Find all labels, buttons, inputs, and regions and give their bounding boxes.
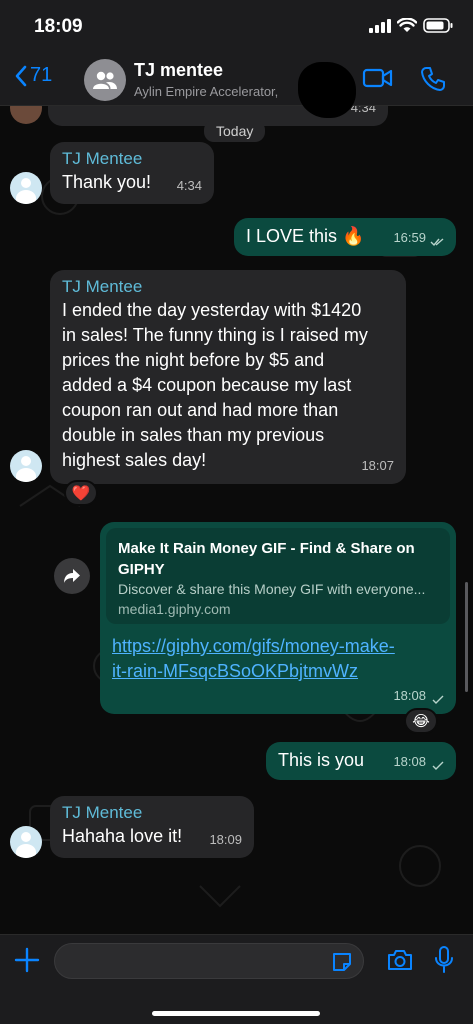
message-time: 16:59 bbox=[393, 230, 426, 245]
link-preview-card[interactable]: Make It Rain Money GIF - Find & Share on… bbox=[106, 528, 450, 624]
message-time: 18:07 bbox=[361, 458, 394, 473]
wifi-icon bbox=[397, 18, 417, 32]
back-count: 71 bbox=[30, 64, 53, 86]
delivered-check-icon bbox=[432, 761, 444, 770]
message-time: 4:34 bbox=[176, 178, 202, 193]
sender-avatar[interactable] bbox=[10, 172, 42, 204]
phone-icon[interactable] bbox=[420, 66, 446, 92]
reaction-heart[interactable]: ❤️ bbox=[64, 480, 98, 506]
status-bar: 18:09 bbox=[0, 0, 473, 54]
message-bubble-incoming[interactable]: TJ Mentee Hahaha love it! 18:09 bbox=[50, 796, 254, 858]
plus-icon[interactable] bbox=[14, 947, 40, 973]
message-bubble-outgoing[interactable]: This is you 18:08 bbox=[266, 742, 456, 780]
message-bubble-link[interactable]: Make It Rain Money GIF - Find & Share on… bbox=[100, 522, 456, 714]
chat-area[interactable]: 4:34 Today TJ Mentee Thank you! 4:34 I L… bbox=[0, 106, 473, 934]
reaction-laugh[interactable]: 😂 bbox=[404, 708, 438, 734]
home-indicator bbox=[152, 1011, 320, 1016]
message-line: I ended the day yesterday with $1420 bbox=[62, 300, 362, 320]
back-chevron-icon bbox=[15, 65, 27, 86]
message-line: double in sales than my previous bbox=[62, 425, 325, 445]
message-time: 4:34 bbox=[350, 106, 376, 115]
message-line: coupon ran out and had more than bbox=[62, 400, 339, 420]
forward-button[interactable] bbox=[54, 558, 90, 594]
sender-name: TJ Mentee bbox=[62, 149, 143, 168]
message-link[interactable]: https://giphy.com/gifs/money-make- it-ra… bbox=[112, 634, 442, 684]
message-input[interactable] bbox=[54, 943, 364, 979]
message-line: prices the night before by $5 and bbox=[62, 350, 325, 370]
link-line: https://giphy.com/gifs/money-make- bbox=[112, 636, 395, 656]
link-preview-domain: media1.giphy.com bbox=[118, 601, 231, 617]
back-button[interactable]: 71 bbox=[14, 64, 52, 87]
sender-name: TJ Mentee bbox=[62, 803, 143, 822]
sender-avatar[interactable] bbox=[10, 450, 42, 482]
camera-icon[interactable] bbox=[386, 948, 414, 972]
link-preview-title-line: Make It Rain Money GIF - Find & Share on bbox=[118, 540, 415, 557]
reaction-emoji: ❤️ bbox=[71, 485, 91, 502]
message-time: 18:08 bbox=[393, 754, 426, 769]
message-time: 18:08 bbox=[393, 688, 426, 703]
chat-header: 71 TJ mentee Aylin Empire Accelerator, bbox=[0, 54, 473, 118]
sticker-icon[interactable] bbox=[330, 950, 354, 974]
message-input-bar bbox=[0, 934, 473, 1024]
message-line: in sales! The funny thing is I raised my bbox=[62, 325, 368, 345]
battery-icon bbox=[423, 18, 453, 33]
reaction-emoji: 😂 bbox=[412, 713, 430, 730]
message-bubble-outgoing[interactable]: I LOVE this 🔥 16:59 bbox=[234, 218, 456, 256]
date-divider: Today bbox=[204, 120, 266, 142]
video-call-icon[interactable] bbox=[362, 66, 394, 90]
message-line: highest sales day! bbox=[62, 450, 207, 470]
group-avatar[interactable] bbox=[84, 59, 126, 101]
forward-icon bbox=[64, 569, 80, 583]
status-icons bbox=[369, 18, 453, 33]
chat-subtitle[interactable]: Aylin Empire Accelerator, bbox=[134, 84, 304, 99]
sender-name: TJ Mentee bbox=[62, 277, 143, 296]
cellular-signal-icon bbox=[369, 18, 391, 33]
microphone-icon[interactable] bbox=[434, 946, 454, 974]
link-line: it-rain-MFsqcBSoOKPbjtmvWz bbox=[112, 661, 359, 681]
group-avatar-icon bbox=[93, 71, 117, 89]
link-preview-description: Discover & share this Money GIF with eve… bbox=[118, 581, 426, 597]
message-bubble-incoming[interactable]: TJ Mentee I ended the day yesterday with… bbox=[50, 270, 406, 484]
chat-title[interactable]: TJ mentee bbox=[134, 60, 223, 81]
status-time: 18:09 bbox=[34, 16, 83, 37]
message-line: added a $4 coupon because my last bbox=[62, 375, 352, 395]
message-time: 18:09 bbox=[209, 832, 242, 847]
message-bubble-incoming[interactable]: TJ Mentee Thank you! 4:34 bbox=[50, 142, 214, 204]
scrollbar[interactable] bbox=[465, 582, 468, 692]
read-receipt-icon bbox=[430, 238, 444, 247]
redaction-mark bbox=[298, 62, 356, 118]
link-preview-title-line: GIPHY bbox=[118, 561, 165, 578]
sender-avatar[interactable] bbox=[10, 826, 42, 858]
delivered-check-icon bbox=[432, 695, 444, 704]
